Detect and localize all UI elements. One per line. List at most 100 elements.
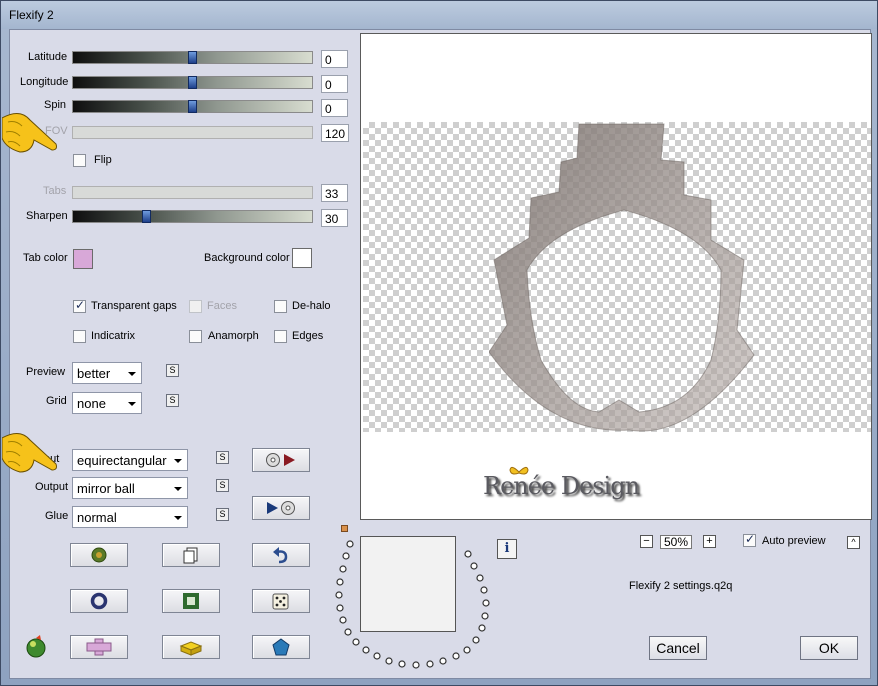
gem-button[interactable]	[252, 635, 310, 659]
settings-filename: Flexify 2 settings.q2q	[629, 580, 733, 592]
tabs-slider[interactable]	[72, 186, 313, 199]
background-color-swatch[interactable]	[292, 248, 312, 268]
lego-brick-icon	[179, 641, 203, 656]
output-label: Output	[35, 481, 69, 493]
input-s-button[interactable]: S	[216, 451, 229, 464]
glue-select[interactable]: normal	[72, 506, 188, 528]
glue-value: normal	[77, 510, 117, 525]
turtle-icon	[91, 547, 107, 563]
anamorph-checkbox[interactable]	[189, 330, 202, 343]
faces-label: Faces	[207, 300, 237, 312]
latitude-label: Latitude	[28, 51, 68, 63]
undo-button[interactable]	[252, 543, 310, 567]
latitude-slider[interactable]	[72, 51, 313, 64]
chevron-down-icon	[174, 487, 182, 491]
ring-icon	[90, 592, 108, 610]
fov-value[interactable]: 120	[321, 124, 349, 142]
grid-select[interactable]: none	[72, 392, 142, 414]
auto-preview-checkbox[interactable]: ✓	[743, 532, 756, 547]
output-s-button[interactable]: S	[216, 479, 229, 492]
title-bar: Flexify 2	[1, 1, 877, 29]
undo-icon	[273, 547, 288, 564]
spin-value[interactable]: 0	[321, 99, 348, 117]
dice-icon	[272, 593, 289, 610]
tab-color-label: Tab color	[23, 252, 68, 264]
flip-label: Flip	[94, 154, 112, 166]
de-halo-checkbox[interactable]	[274, 300, 287, 313]
randomize-button[interactable]	[70, 543, 128, 567]
copy-button[interactable]	[162, 543, 220, 567]
window-title: Flexify 2	[9, 8, 54, 22]
sharpen-value[interactable]: 30	[321, 209, 348, 227]
grid-value: none	[77, 396, 106, 411]
tabs-value[interactable]: 33	[321, 184, 348, 202]
glue-s-button[interactable]: S	[216, 508, 229, 521]
navigator-dots	[335, 540, 490, 669]
ring-button[interactable]	[70, 589, 128, 613]
edges-label: Edges	[292, 330, 324, 342]
longitude-slider[interactable]	[72, 76, 313, 89]
indicatrix-checkbox[interactable]	[73, 330, 86, 343]
spin-slider[interactable]	[72, 100, 313, 113]
cd-to-play-icon	[266, 453, 295, 467]
chevron-down-icon	[128, 402, 136, 406]
ok-button[interactable]: OK	[800, 636, 858, 660]
faces-checkbox[interactable]	[189, 300, 202, 313]
plus-tiles-icon	[86, 638, 112, 656]
brick-button[interactable]	[162, 635, 220, 659]
info-button[interactable]: i	[497, 539, 517, 559]
frame-button[interactable]	[162, 589, 220, 613]
latitude-slider-thumb[interactable]	[188, 51, 197, 64]
indicatrix-label: Indicatrix	[91, 330, 136, 342]
cancel-button[interactable]: Cancel	[649, 636, 707, 660]
transparent-gaps-checkbox[interactable]: ✓	[73, 298, 86, 313]
tile-button[interactable]	[70, 635, 128, 659]
pointing-hand-icon	[2, 113, 57, 153]
input-select[interactable]: equirectangular	[72, 449, 188, 471]
watermark-logo: Renée Design	[483, 472, 640, 500]
flexify-window: Flexify 2 Latitude 0 Longitude 0 Spin 0 …	[0, 0, 878, 686]
pointing-hand-icon	[2, 433, 57, 473]
sharpen-slider[interactable]	[72, 210, 313, 223]
tab-color-swatch[interactable]	[73, 249, 93, 269]
zoom-level: 50%	[660, 535, 692, 549]
collapse-button[interactable]: ^	[847, 536, 860, 549]
mirror-ball-shape	[489, 123, 755, 432]
transparent-gaps-label: Transparent gaps	[91, 300, 177, 312]
latitude-value[interactable]: 0	[321, 50, 348, 68]
pentagon-gem-icon	[272, 638, 290, 656]
flip-checkbox[interactable]	[73, 154, 86, 167]
preview-quality-select[interactable]: better	[72, 362, 142, 384]
frame-icon	[183, 593, 199, 609]
longitude-label: Longitude	[20, 76, 69, 88]
longitude-slider-thumb[interactable]	[188, 76, 197, 89]
zoom-out-button[interactable]: −	[640, 535, 653, 548]
tabs-label: Tabs	[43, 185, 67, 197]
grid-s-button[interactable]: S	[166, 394, 179, 407]
auto-preview-label: Auto preview	[762, 535, 826, 547]
glue-label: Glue	[45, 510, 69, 522]
swap-output-button[interactable]	[252, 496, 310, 520]
dialog-client: Latitude 0 Longitude 0 Spin 0 FOV 120 Fl…	[2, 29, 872, 679]
output-select[interactable]: mirror ball	[72, 477, 188, 499]
anamorph-label: Anamorph	[208, 330, 259, 342]
fov-slider[interactable]	[72, 126, 313, 139]
check-mark-icon: ✓	[75, 298, 86, 312]
plugin-logo-icon	[24, 634, 48, 658]
sharpen-label: Sharpen	[26, 210, 68, 222]
grid-label: Grid	[46, 395, 67, 407]
swap-input-button[interactable]	[252, 448, 310, 472]
spin-slider-thumb[interactable]	[188, 100, 197, 113]
chevron-down-icon	[174, 459, 182, 463]
preview-s-button[interactable]: S	[166, 364, 179, 377]
preview-quality-value: better	[77, 366, 111, 381]
preview-canvas[interactable]: Renée Design	[360, 33, 872, 520]
sharpen-slider-thumb[interactable]	[142, 210, 151, 223]
background-color-label: Background color	[204, 252, 290, 264]
de-halo-label: De-halo	[292, 300, 331, 312]
chevron-down-icon	[174, 516, 182, 520]
dice-button[interactable]	[252, 589, 310, 613]
zoom-in-button[interactable]: +	[703, 535, 716, 548]
longitude-value[interactable]: 0	[321, 75, 348, 93]
edges-checkbox[interactable]	[274, 330, 287, 343]
